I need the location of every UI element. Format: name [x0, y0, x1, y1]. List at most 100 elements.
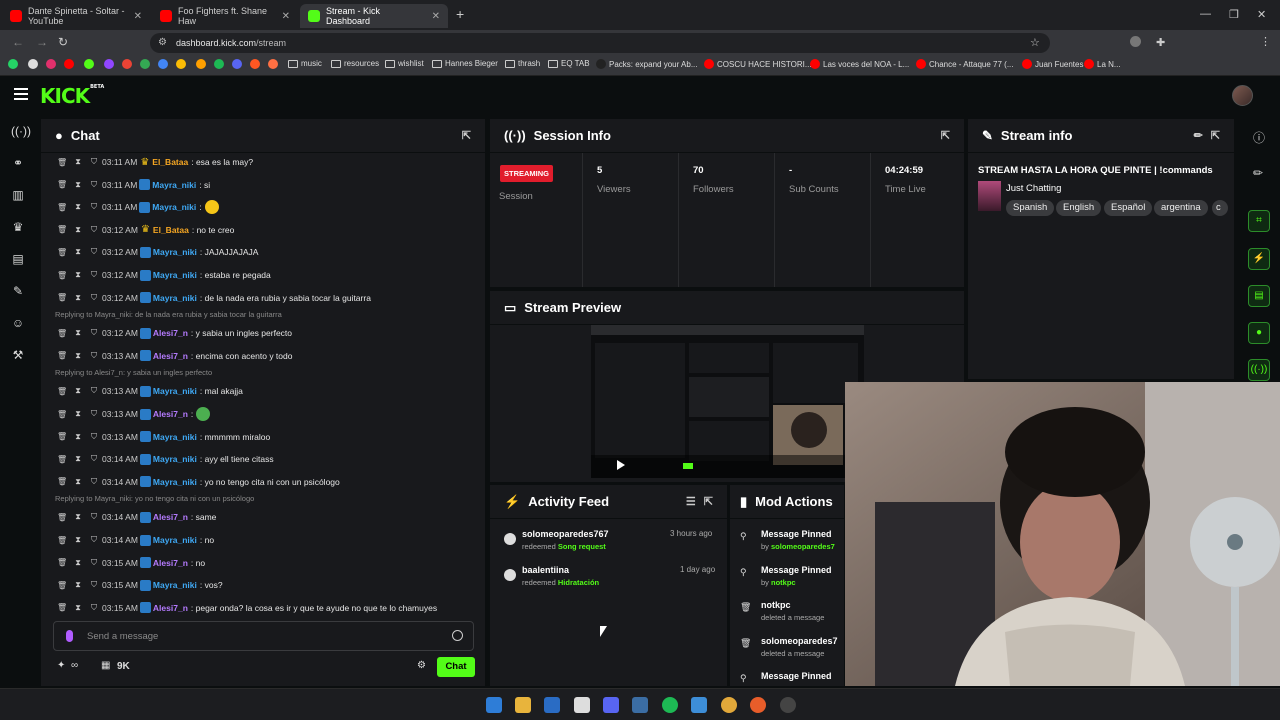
menu-icon[interactable]: [14, 88, 28, 100]
ban-icon[interactable]: ⛉: [89, 535, 99, 545]
ban-icon[interactable]: ⛉: [89, 157, 99, 167]
ban-icon[interactable]: ⛉: [89, 558, 99, 568]
bookmark-eq-tab[interactable]: EQ TAB: [548, 59, 590, 68]
send-chat-button[interactable]: Chat: [437, 657, 475, 677]
ban-icon[interactable]: ⛉: [89, 454, 99, 464]
popout-icon[interactable]: ⇱: [941, 129, 950, 142]
stream-preview-video[interactable]: [591, 325, 864, 478]
ban-icon[interactable]: ⛉: [89, 328, 99, 338]
ban-icon[interactable]: ⛉: [89, 270, 99, 280]
delete-icon[interactable]: 🗑: [57, 536, 67, 545]
url-field[interactable]: dashboard.kick.com/stream: [150, 33, 1050, 53]
delete-icon[interactable]: 🗑: [57, 387, 67, 396]
chat-username[interactable]: Mayra_niki: [153, 477, 197, 487]
chat-username[interactable]: Mayra_niki: [153, 293, 197, 303]
popout-icon[interactable]: ⇱: [1211, 129, 1220, 142]
delete-icon[interactable]: 🗑: [57, 329, 67, 338]
timeout-icon[interactable]: ⧗: [73, 351, 83, 361]
kick-logo[interactable]: KICKBETA: [40, 84, 104, 108]
chat-input[interactable]: Send a message: [53, 621, 474, 651]
chat-username[interactable]: Alesi7_n: [153, 558, 188, 568]
scan-icon[interactable]: ⌗: [1248, 210, 1270, 232]
timeout-icon[interactable]: ⧗: [73, 580, 83, 590]
delete-icon[interactable]: 🗑: [57, 180, 67, 189]
delete-icon[interactable]: 🗑: [57, 225, 67, 234]
maximize-icon[interactable]: ❐: [1229, 8, 1239, 21]
chat-username[interactable]: Alesi7_n: [153, 409, 188, 419]
delete-icon[interactable]: 🗑: [57, 603, 67, 612]
store-icon[interactable]: ▦: [101, 660, 110, 671]
bookmark-youtube-icon[interactable]: [64, 59, 74, 69]
bookmark-icon[interactable]: [196, 59, 206, 69]
timeout-icon[interactable]: ⧗: [73, 293, 83, 303]
browser-tab-active[interactable]: Stream - Kick Dashboard ✕: [300, 4, 448, 28]
timeout-icon[interactable]: ⧗: [73, 603, 83, 613]
delete-icon[interactable]: 🗑: [57, 271, 67, 280]
delete-icon[interactable]: 🗑: [57, 513, 67, 522]
popout-icon[interactable]: ⇱: [704, 495, 713, 508]
info-icon[interactable]: ⓘ: [1253, 129, 1265, 146]
timeout-icon[interactable]: ⧗: [73, 454, 83, 464]
link-icon[interactable]: ⚭: [11, 156, 25, 170]
ban-icon[interactable]: ⛉: [89, 386, 99, 396]
stream-category[interactable]: Just Chatting: [1006, 183, 1061, 194]
chrome-icon[interactable]: [721, 697, 737, 713]
timeout-icon[interactable]: ⧗: [73, 247, 83, 257]
close-tab-icon[interactable]: ✕: [282, 11, 290, 22]
bookmark-link-icon[interactable]: [158, 59, 168, 69]
analytics-icon[interactable]: ▥: [11, 188, 25, 202]
ban-icon[interactable]: ⛉: [89, 432, 99, 442]
community-icon[interactable]: ☺: [11, 316, 25, 330]
bookmark-coscu[interactable]: COSCU HACE HISTORI...: [704, 59, 812, 69]
bookmark-instagram-icon[interactable]: [46, 59, 56, 69]
moderation-icon[interactable]: ⚒: [11, 348, 25, 362]
chat-username[interactable]: Mayra_niki: [153, 454, 197, 464]
chat-username[interactable]: El_Bataa: [152, 157, 188, 167]
bookmark-chance[interactable]: Chance - Attaque 77 (...: [916, 59, 1014, 69]
bookmark-folder-thrash[interactable]: thrash: [505, 59, 540, 68]
tag-chip[interactable]: Español: [1104, 200, 1153, 216]
ban-icon[interactable]: ⛉: [89, 225, 99, 235]
ban-icon[interactable]: ⛉: [89, 603, 99, 613]
ban-icon[interactable]: ⛉: [89, 409, 99, 419]
delete-icon[interactable]: 🗑: [57, 293, 67, 302]
ban-icon[interactable]: ⛉: [89, 580, 99, 590]
bookmark-star-icon[interactable]: ☆: [1030, 36, 1040, 49]
delete-icon[interactable]: 🗑: [57, 432, 67, 441]
timeout-icon[interactable]: ⧗: [73, 432, 83, 442]
chat-username[interactable]: El_Bataa: [153, 225, 189, 235]
ban-icon[interactable]: ⛉: [89, 180, 99, 190]
bookmark-drive-icon[interactable]: [140, 59, 150, 69]
delete-icon[interactable]: 🗑: [57, 477, 67, 486]
filter-icon[interactable]: ☰: [686, 495, 696, 508]
chat-username[interactable]: Alesi7_n: [153, 351, 188, 361]
timeout-icon[interactable]: ⧗: [73, 157, 83, 167]
ban-icon[interactable]: ⛉: [89, 351, 99, 361]
firefox-icon[interactable]: [750, 697, 766, 713]
chat-username[interactable]: Alesi7_n: [153, 512, 188, 522]
app-icon[interactable]: [574, 697, 590, 713]
extension-icon[interactable]: [1130, 36, 1141, 47]
bookmark-folder-hannes[interactable]: Hannes Bieger: [432, 59, 498, 68]
steam-icon[interactable]: [632, 697, 648, 713]
chat-username[interactable]: Alesi7_n: [153, 328, 188, 338]
timeout-icon[interactable]: ⧗: [73, 225, 83, 235]
wrench-icon[interactable]: ✎: [11, 284, 25, 298]
chat-icon[interactable]: ●: [1248, 322, 1270, 344]
chat-username[interactable]: Mayra_niki: [153, 386, 197, 396]
ban-icon[interactable]: ⛉: [89, 293, 99, 303]
edit-icon[interactable]: ✏: [1253, 166, 1263, 180]
bookmark-icon[interactable]: [268, 59, 278, 69]
chat-username[interactable]: Mayra_niki: [153, 535, 197, 545]
timeout-icon[interactable]: ⧗: [73, 202, 83, 212]
bookmark-folder-resources[interactable]: resources: [331, 59, 379, 68]
back-icon[interactable]: ←: [12, 35, 24, 49]
delete-icon[interactable]: 🗑: [57, 558, 67, 567]
delete-icon[interactable]: 🗑: [57, 410, 67, 419]
ban-icon[interactable]: ⛉: [89, 512, 99, 522]
chat-username[interactable]: Mayra_niki: [153, 247, 197, 257]
chat-settings-icon[interactable]: ⚙: [417, 660, 426, 671]
lightning-icon[interactable]: ⚡: [1248, 248, 1270, 270]
delete-icon[interactable]: 🗑: [57, 158, 67, 167]
tag-chip[interactable]: argentina: [1154, 200, 1208, 216]
